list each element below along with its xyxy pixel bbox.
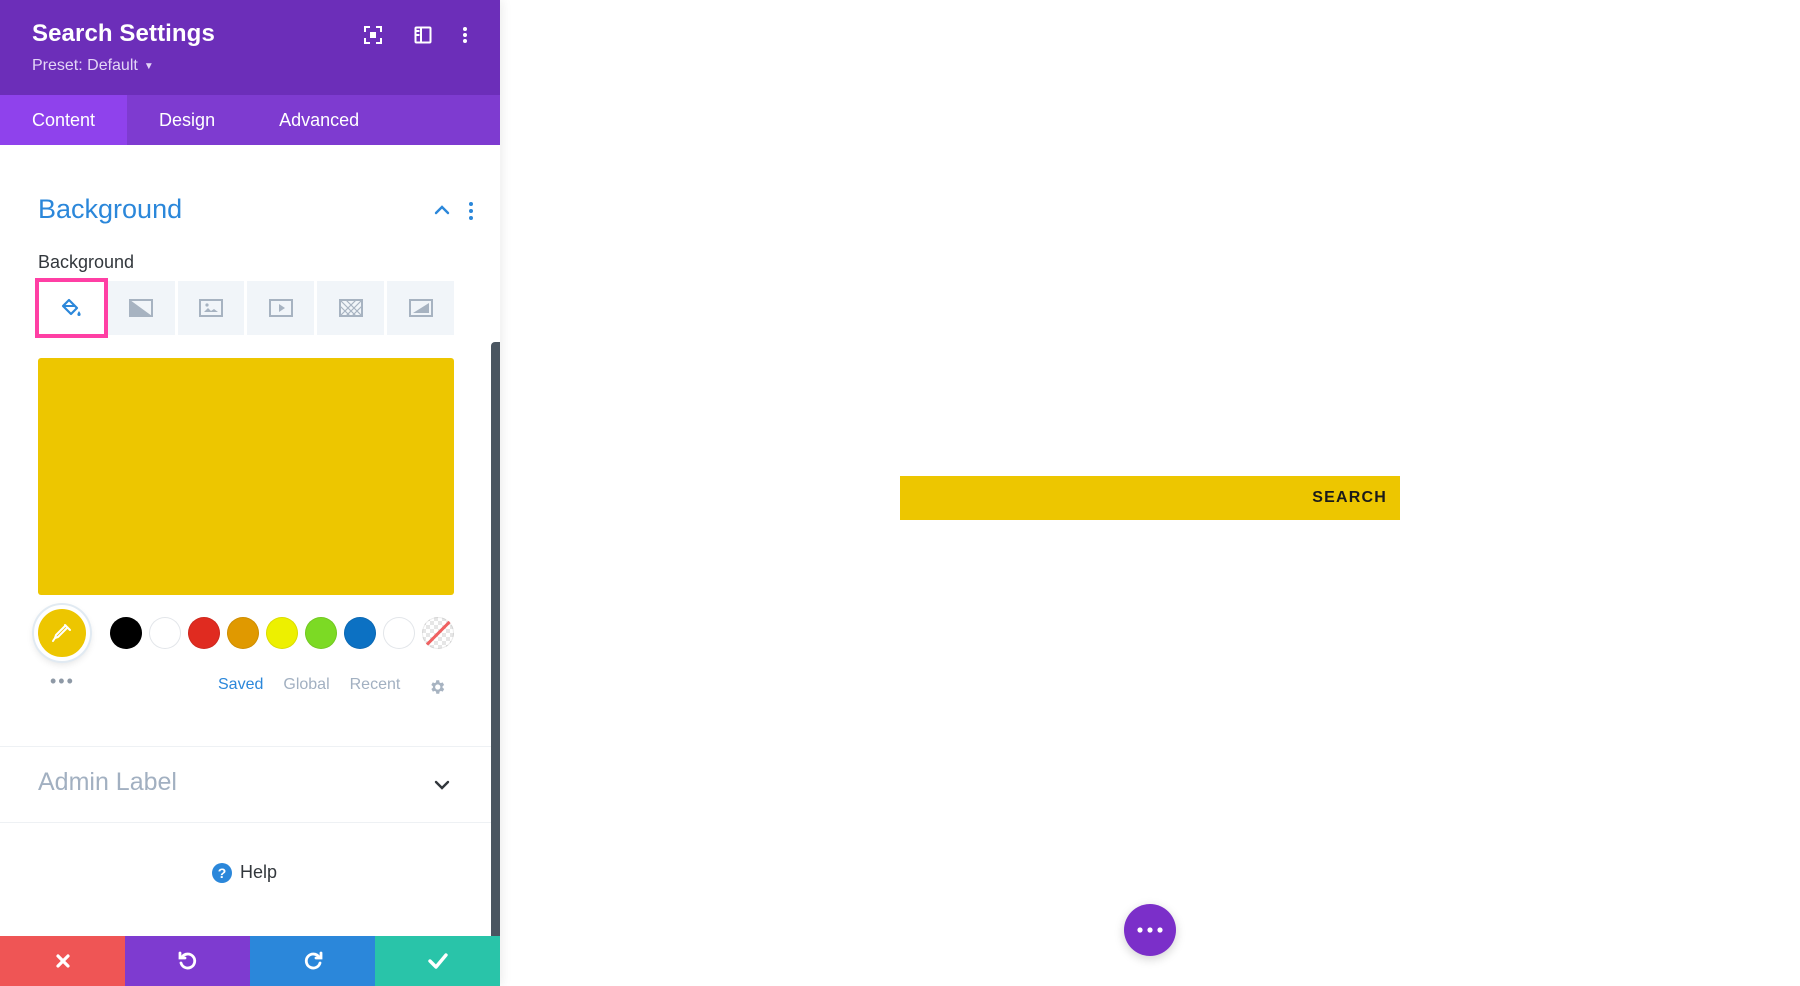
background-field-label: Background: [38, 252, 135, 272]
redo-button[interactable]: [250, 936, 375, 986]
chevron-up-icon[interactable]: [432, 200, 452, 220]
panel-footer: [0, 936, 500, 986]
search-button[interactable]: SEARCH: [1312, 489, 1400, 507]
pattern-icon: [338, 299, 363, 317]
more-colors-icon[interactable]: •••: [50, 672, 75, 690]
preset-label: Preset: Default: [32, 57, 138, 74]
paint-bucket-icon: [62, 298, 82, 316]
swatch-green[interactable]: [305, 617, 337, 649]
bg-tab-video[interactable]: [247, 281, 315, 335]
tab-advanced[interactable]: Advanced: [247, 95, 391, 145]
settings-tabs: Content Design Advanced: [0, 95, 500, 145]
help-icon: ?: [212, 862, 232, 883]
preset-dropdown[interactable]: Preset: Default ▼: [32, 57, 154, 75]
focus-mode-icon[interactable]: [361, 23, 385, 47]
eyedropper-icon: [52, 624, 71, 642]
save-button[interactable]: [375, 936, 500, 986]
page-settings-button[interactable]: [1124, 904, 1176, 956]
swatch-white[interactable]: [149, 617, 181, 649]
settings-panel: Search Settings Preset: Default ▼ Conten…: [0, 0, 500, 986]
swatch-yellow[interactable]: [266, 617, 298, 649]
cancel-button[interactable]: [0, 936, 125, 986]
split-view-icon[interactable]: [411, 23, 435, 47]
palette-tab-global[interactable]: Global: [283, 676, 329, 694]
swatch-black[interactable]: [110, 617, 142, 649]
redo-icon: [304, 951, 322, 970]
swatch-blue[interactable]: [344, 617, 376, 649]
chevron-down-icon[interactable]: [432, 775, 452, 795]
undo-icon: [178, 951, 196, 970]
panel-title: Search Settings: [32, 20, 215, 47]
section-options-icon[interactable]: [462, 200, 480, 222]
swatch-white-2[interactable]: [383, 617, 415, 649]
background-section-title[interactable]: Background: [38, 194, 182, 225]
swatch-orange[interactable]: [227, 617, 259, 649]
bg-tab-mask[interactable]: [387, 281, 454, 335]
undo-button[interactable]: [125, 936, 250, 986]
bg-tab-gradient[interactable]: [107, 281, 175, 335]
help-link[interactable]: ? Help: [212, 862, 277, 883]
palette-tabs: Saved Global Recent: [218, 676, 400, 694]
panel-header: Search Settings Preset: Default ▼: [0, 0, 500, 95]
color-picker-button[interactable]: [34, 605, 90, 661]
tab-design[interactable]: Design: [127, 95, 247, 145]
section-divider-2: [0, 822, 491, 823]
tab-content[interactable]: Content: [0, 95, 128, 145]
search-bar[interactable]: SEARCH: [900, 476, 1400, 520]
palette-tab-recent[interactable]: Recent: [350, 676, 401, 694]
color-preview[interactable]: [38, 358, 454, 595]
help-label: Help: [240, 862, 278, 882]
gear-icon[interactable]: [428, 678, 446, 696]
more-options-icon[interactable]: [453, 23, 477, 47]
swatch-transparent[interactable]: [422, 617, 454, 649]
mask-icon: [408, 299, 433, 317]
video-icon: [268, 299, 293, 317]
bg-tab-color[interactable]: [35, 278, 108, 338]
image-icon: [199, 299, 224, 317]
gradient-icon: [129, 299, 154, 317]
swatch-red[interactable]: [188, 617, 220, 649]
palette-tab-saved[interactable]: Saved: [218, 676, 263, 694]
section-divider: [0, 746, 491, 747]
bg-tab-pattern[interactable]: [317, 281, 385, 335]
caret-down-icon: ▼: [143, 60, 154, 72]
bg-tab-image[interactable]: [177, 281, 245, 335]
color-swatches: [110, 617, 454, 649]
panel-scrollbar[interactable]: [491, 342, 500, 936]
close-icon: [55, 954, 70, 968]
more-dots-icon: [1137, 927, 1163, 933]
background-type-tabs: [35, 278, 454, 338]
admin-label-section-title[interactable]: Admin Label: [38, 768, 177, 797]
checkmark-icon: [427, 953, 448, 969]
